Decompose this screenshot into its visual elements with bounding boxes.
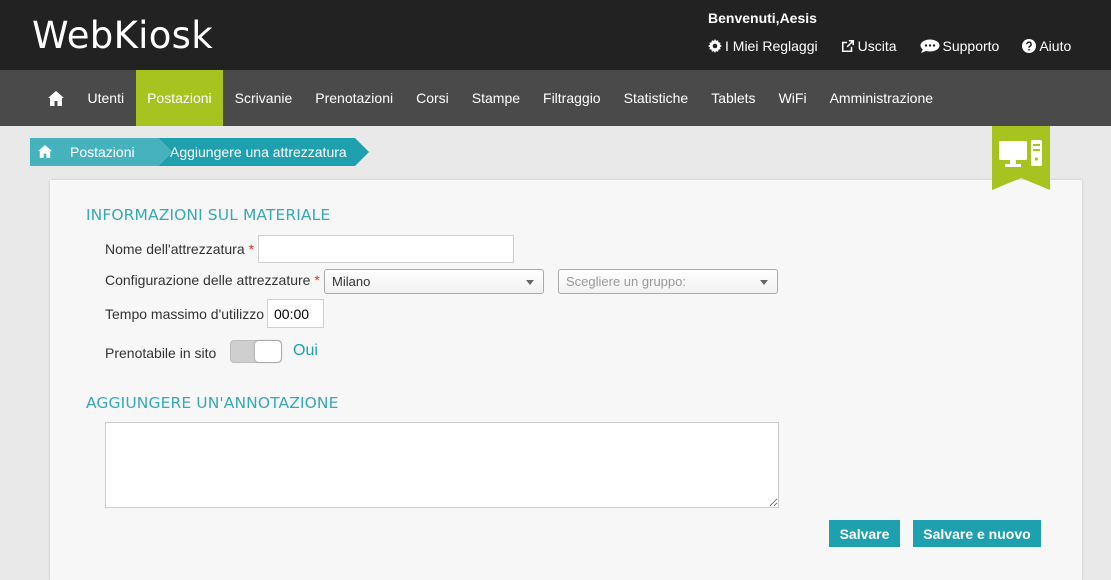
section-title-material: INFORMAZIONI SUL MATERIALE <box>86 206 331 224</box>
equipment-name-label-text: Nome dell'attrezzatura <box>105 241 245 257</box>
breadcrumb-arrow <box>355 138 369 166</box>
external-link-icon <box>841 39 854 53</box>
main-nav: Utenti Postazioni Scrivanie Prenotazioni… <box>0 70 1111 126</box>
header-links: I Miei Reglaggi Uscita Supporto Aiuto <box>708 38 1071 54</box>
nav-item-stampe[interactable]: Stampe <box>460 70 531 126</box>
max-time-input[interactable] <box>267 299 324 328</box>
logout-link-label: Uscita <box>857 38 897 54</box>
caret-down-icon <box>760 280 768 285</box>
top-header: WebKiosk Benvenuti,Aesis I Miei Reglaggi… <box>0 0 1111 70</box>
annotation-textarea[interactable] <box>105 422 779 508</box>
nav-item-corsi[interactable]: Corsi <box>405 70 461 126</box>
config-label-text: Configurazione delle attrezzature <box>105 272 311 288</box>
required-mark: * <box>314 272 320 288</box>
question-circle-icon <box>1022 39 1037 53</box>
nav-item-filtraggio[interactable]: Filtraggio <box>532 70 613 126</box>
toggle-knob <box>255 341 281 362</box>
equipment-name-input[interactable] <box>258 235 514 263</box>
bookable-toggle[interactable] <box>230 340 282 363</box>
nav-item-postazioni[interactable]: Postazioni <box>135 70 224 126</box>
bookable-value: Oui <box>293 342 318 359</box>
nav-item-wifi[interactable]: WiFi <box>767 70 818 126</box>
bookable-label: Prenotabile in sito <box>105 345 217 361</box>
breadcrumb-arrow <box>158 138 172 166</box>
support-link[interactable]: Supporto <box>920 38 1000 54</box>
config-select-value: Milano <box>332 274 371 289</box>
max-time-label: Tempo massimo d'utilizzo <box>105 306 265 322</box>
support-link-label: Supporto <box>942 38 1000 54</box>
nav-home[interactable] <box>36 70 76 126</box>
home-icon <box>48 90 64 106</box>
nav-item-statistiche[interactable]: Statistiche <box>612 70 700 126</box>
config-label: Configurazione delle attrezzature * <box>105 272 320 288</box>
home-icon <box>38 145 52 158</box>
settings-link[interactable]: I Miei Reglaggi <box>708 38 818 54</box>
settings-link-label: I Miei Reglaggi <box>725 38 818 54</box>
breadcrumb-item-current: Aggiungere una attrezzatura <box>158 138 369 166</box>
logo: WebKiosk <box>32 14 213 57</box>
nav-item-amministrazione[interactable]: Amministrazione <box>818 70 944 126</box>
chat-icon <box>920 39 940 53</box>
caret-down-icon <box>526 280 534 285</box>
breadcrumb-label: Postazioni <box>70 144 135 160</box>
nav-item-prenotazioni[interactable]: Prenotazioni <box>304 70 405 126</box>
group-select[interactable]: Scegliere un gruppo: <box>558 269 778 294</box>
group-select-placeholder: Scegliere un gruppo: <box>566 274 686 289</box>
save-button[interactable]: Salvare <box>829 520 900 547</box>
nav-item-scrivanie[interactable]: Scrivanie <box>223 70 304 126</box>
help-link[interactable]: Aiuto <box>1022 38 1071 54</box>
workstation-ribbon-icon <box>992 126 1050 190</box>
welcome-text: Benvenuti,Aesis <box>708 10 817 26</box>
breadcrumb-current-label: Aggiungere una attrezzatura <box>170 144 347 160</box>
save-and-new-button[interactable]: Salvare e nuovo <box>913 520 1041 547</box>
nav-item-utenti[interactable]: Utenti <box>76 70 136 126</box>
logout-link[interactable]: Uscita <box>841 38 897 54</box>
gear-icon <box>708 39 722 53</box>
help-link-label: Aiuto <box>1039 38 1072 54</box>
nav-item-tablets[interactable]: Tablets <box>700 70 767 126</box>
equipment-name-label: Nome dell'attrezzatura * <box>105 241 254 257</box>
config-select[interactable]: Milano <box>324 269 544 294</box>
breadcrumb-item-postazioni[interactable]: Postazioni <box>30 138 172 166</box>
section-title-annotation: AGGIUNGERE UN'ANNOTAZIONE <box>86 394 339 412</box>
required-mark: * <box>248 241 254 257</box>
